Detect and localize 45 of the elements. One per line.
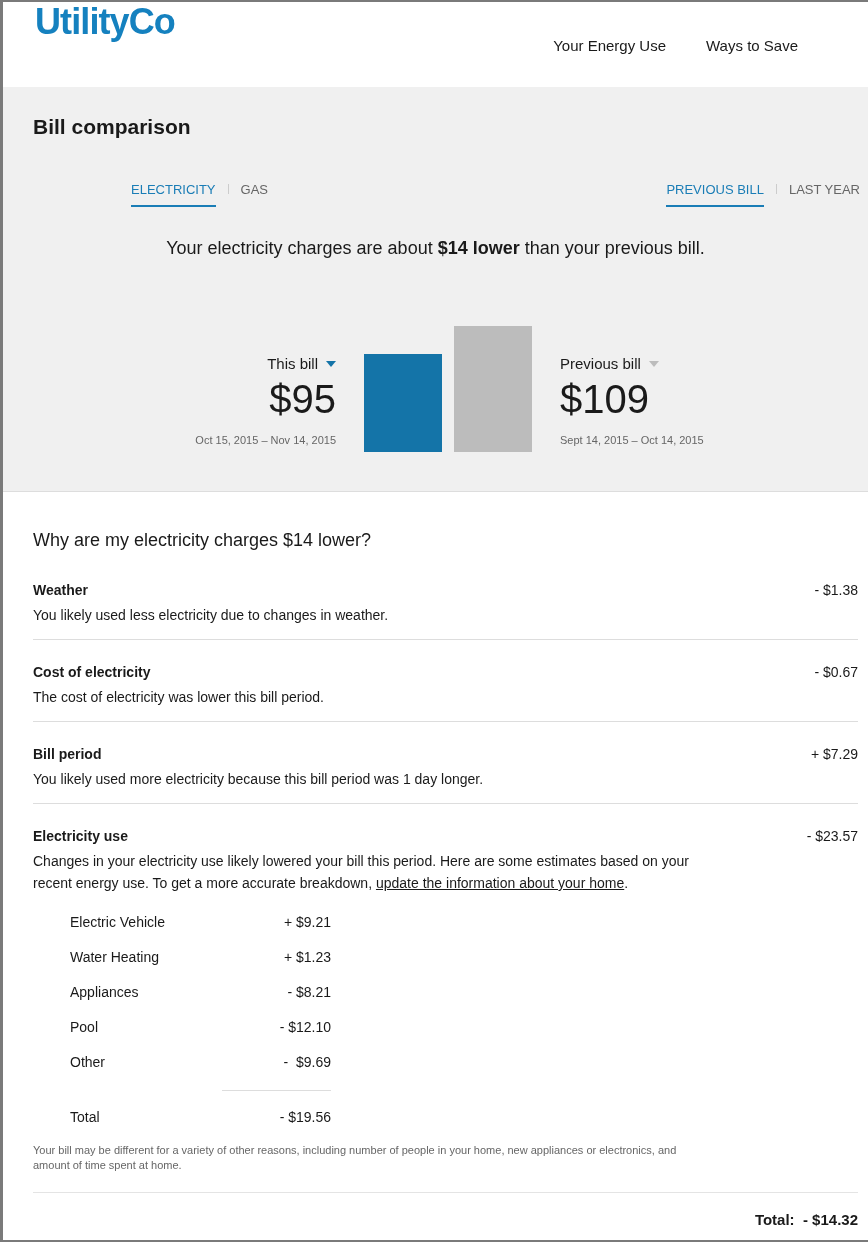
breakdown-amount: + $1.23 [282,948,331,967]
caret-icon [326,361,336,368]
breakdown-amount: - $8.21 [286,983,331,1002]
nav-link[interactable]: Ways to Save [706,35,798,58]
reason-description: The cost of electricity was lower this bill period. [33,688,324,707]
nav-link[interactable]: Your Energy Use [553,35,666,58]
breakdown-amount: - $12.10 [278,1018,331,1037]
tab[interactable]: ELECTRICITY [131,179,216,207]
reason-title: Weather [33,581,89,600]
tab[interactable]: LAST YEAR [788,179,860,207]
breakdown-amount: - $19.56 [278,1107,331,1127]
bill-amount: $95 [269,375,336,422]
footnote: Your bill may be different for a variety of other reasons, including number of people in your home, new appliances or electronics, and amount of time spent at home. [33,1143,678,1173]
update-home-link[interactable]: update the information about your home [375,875,625,891]
breakdown-label: Total [70,1107,101,1127]
bill-amount: $109 [560,375,649,422]
reason-amount: - $1.38 [814,581,858,600]
reason-title: Bill period [33,745,103,764]
breakdown-amount: - $9.69 [282,1053,331,1072]
bill-label: This bill [267,354,318,374]
caret-icon [648,361,659,368]
bill-dates: Sept 14, 2015 – Oct 14, 2015 [560,432,704,448]
reason-title: Cost of electricity [33,663,152,682]
reason-description: Changes in your electricity use likely lowered your bill this period. Here are some estimates based on your recent energy use. To get a more accurate breakdown, update the information about your home. [33,852,690,893]
question-heading: Why are my electricity charges $14 lower? [33,529,373,552]
bill-label: Previous bill [560,354,641,374]
breakdown-label: Appliances [70,983,140,1002]
grand-total: Total: - $14.32 [754,1210,858,1230]
tab[interactable]: GAS [240,179,268,207]
reason-amount: - $23.57 [806,827,858,846]
breakdown-label: Pool [70,1018,100,1037]
reason-description: You likely used less electricity due to changes in weather. [33,606,389,625]
summary-text: Your electricity charges are about $14 lower than your previous bill. [165,237,706,260]
breakdown-amount: + $9.21 [282,913,331,932]
tab[interactable]: PREVIOUS BILL [666,179,764,207]
reason-title: Electricity use [33,827,129,846]
reason-amount: + $7.29 [810,745,858,764]
breakdown-label: Electric Vehicle [70,913,166,932]
breakdown-label: Other [70,1053,106,1072]
breakdown-label: Water Heating [70,948,160,967]
section-title: Bill comparison [33,114,192,140]
bill-dates: Oct 15, 2015 – Nov 14, 2015 [195,432,336,448]
reason-amount: - $0.67 [814,663,858,682]
logo[interactable]: UtilityCo [35,4,175,40]
reason-description: You likely used more electricity because this bill period was 1 day longer. [33,770,484,789]
